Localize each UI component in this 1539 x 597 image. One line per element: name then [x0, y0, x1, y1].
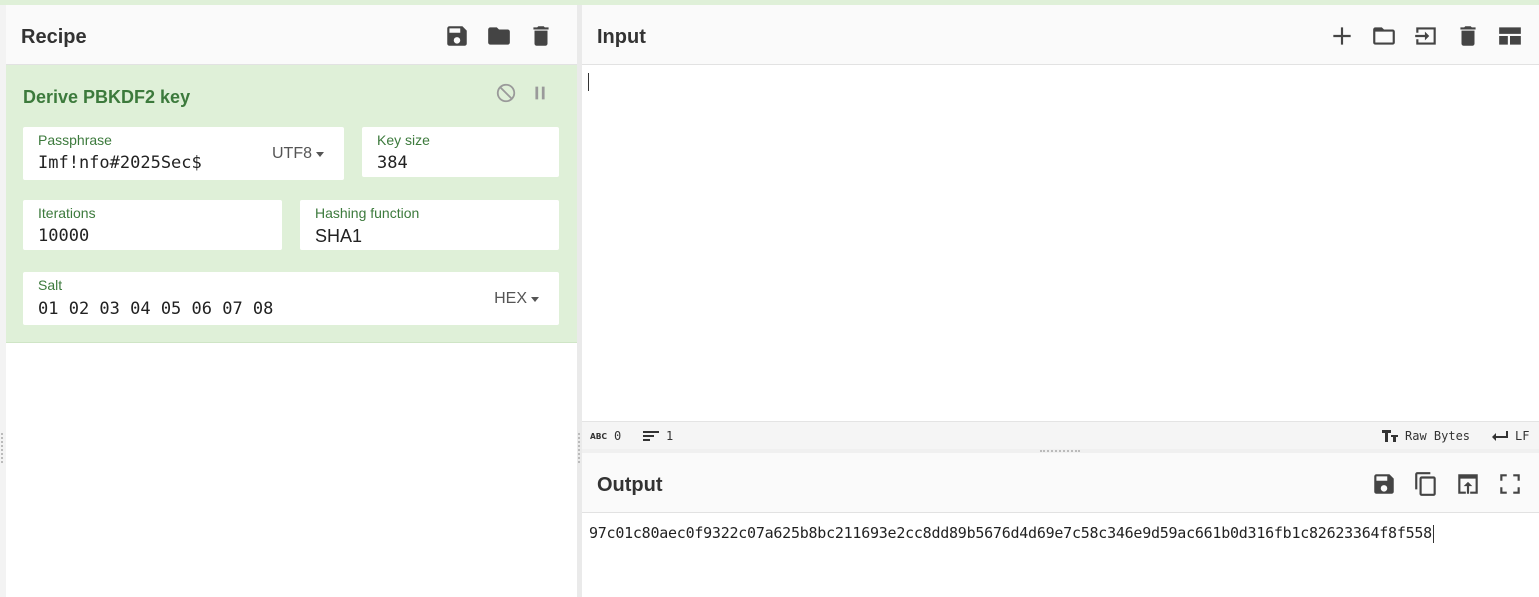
clear-recipe-button[interactable]	[520, 21, 562, 51]
key-size-input[interactable]: 384	[377, 153, 408, 173]
resize-handle[interactable]	[578, 433, 581, 463]
iterations-label: Iterations	[38, 205, 96, 221]
trash-icon	[533, 26, 549, 46]
splitter-grip[interactable]	[1040, 450, 1080, 452]
iterations-field[interactable]: Iterations 10000	[23, 200, 282, 250]
copy-output-button[interactable]	[1405, 469, 1447, 499]
passphrase-input[interactable]: Imf!nfo#2025Sec$	[38, 153, 202, 173]
disable-icon	[496, 83, 516, 103]
pause-icon	[535, 86, 545, 100]
recipe-title: Recipe	[21, 26, 87, 48]
eol-selector[interactable]: LF	[1491, 429, 1529, 443]
encoding-value: Raw Bytes	[1405, 429, 1471, 443]
clear-input-button[interactable]	[1447, 21, 1489, 51]
operation-derive-pbkdf2-key[interactable]: Derive PBKDF2 key Passphrase Imf!nfo#202…	[6, 65, 577, 343]
open-input-folder-button[interactable]	[1405, 21, 1447, 51]
load-recipe-button[interactable]	[478, 21, 520, 51]
salt-label: Salt	[38, 277, 63, 293]
lines-icon	[643, 431, 659, 441]
line-count-value: 1	[666, 429, 674, 443]
output-textarea[interactable]: 97c01c80aec0f9322c07a625b8bc211693e2cc8d…	[582, 513, 1539, 597]
output-title: Output	[597, 474, 663, 496]
reset-layout-button[interactable]	[1489, 21, 1531, 51]
salt-encoding-dropdown[interactable]: HEX	[494, 290, 539, 308]
hashing-function-select[interactable]: SHA1	[315, 226, 362, 247]
passphrase-label: Passphrase	[38, 132, 112, 148]
return-arrow-icon	[1492, 431, 1508, 441]
text-cursor	[588, 73, 589, 91]
text-size-icon	[1382, 430, 1398, 442]
copy-icon	[1415, 472, 1436, 496]
disable-operation-button[interactable]	[494, 81, 518, 105]
input-status-bar: ABC 0 1 Raw Bytes LF	[582, 421, 1539, 449]
char-count: ABC 0	[590, 429, 621, 443]
passphrase-encoding-dropdown[interactable]: UTF8	[272, 145, 324, 163]
maximise-output-button[interactable]	[1489, 469, 1531, 499]
line-count: 1	[642, 429, 673, 443]
save-output-button[interactable]	[1363, 469, 1405, 499]
hashing-function-label: Hashing function	[315, 205, 420, 221]
save-icon	[447, 26, 467, 46]
resize-handle[interactable]	[1, 433, 4, 463]
salt-field[interactable]: Salt 01 02 03 04 05 06 07 08 HEX	[23, 272, 559, 325]
folder-icon	[1373, 27, 1395, 45]
recipe-header: Recipe	[6, 5, 577, 65]
input-textarea[interactable]	[582, 65, 1539, 421]
hashing-function-field[interactable]: Hashing function SHA1	[300, 200, 559, 250]
salt-encoding-value: HEX	[494, 290, 527, 307]
replace-input-button[interactable]	[1447, 469, 1489, 499]
fullscreen-icon	[1500, 474, 1520, 494]
save-recipe-button[interactable]	[436, 21, 478, 51]
text-cursor	[1432, 524, 1434, 543]
input-title: Input	[597, 26, 646, 48]
io-panel: Input ABC 0 1 Raw Bytes LF Output 97c01c…	[582, 5, 1539, 597]
input-header: Input	[582, 5, 1539, 65]
passphrase-field[interactable]: Passphrase Imf!nfo#2025Sec$ UTF8	[23, 127, 344, 180]
import-icon	[1415, 27, 1436, 45]
save-icon	[1374, 474, 1394, 494]
layout-icon	[1499, 27, 1521, 45]
add-input-tab-button[interactable]	[1321, 21, 1363, 51]
svg-text:ABC: ABC	[590, 432, 608, 441]
caret-down-icon	[531, 296, 539, 302]
output-header: Output	[582, 453, 1539, 513]
output-value: 97c01c80aec0f9322c07a625b8bc211693e2cc8d…	[589, 524, 1432, 542]
open-input-file-button[interactable]	[1363, 21, 1405, 51]
passphrase-encoding-value: UTF8	[272, 145, 312, 162]
plus-icon	[1333, 27, 1351, 45]
abc-icon: ABC	[590, 432, 608, 441]
replace-input-icon	[1458, 474, 1478, 494]
output-text: 97c01c80aec0f9322c07a625b8bc211693e2cc8d…	[589, 524, 1434, 543]
pause-operation-button[interactable]	[528, 81, 552, 105]
iterations-input[interactable]: 10000	[38, 226, 89, 246]
salt-input[interactable]: 01 02 03 04 05 06 07 08	[38, 299, 273, 319]
folder-icon	[488, 27, 510, 45]
eol-value: LF	[1515, 429, 1530, 443]
trash-icon	[1460, 26, 1476, 46]
recipe-panel: Recipe Derive PBKDF2 key Passphrase Imf!…	[6, 5, 577, 597]
operation-title: Derive PBKDF2 key	[23, 87, 191, 107]
key-size-field[interactable]: Key size 384	[362, 127, 559, 177]
key-size-label: Key size	[377, 132, 430, 148]
encoding-selector[interactable]: Raw Bytes	[1381, 429, 1470, 443]
char-count-value: 0	[614, 429, 622, 443]
caret-down-icon	[316, 151, 324, 157]
